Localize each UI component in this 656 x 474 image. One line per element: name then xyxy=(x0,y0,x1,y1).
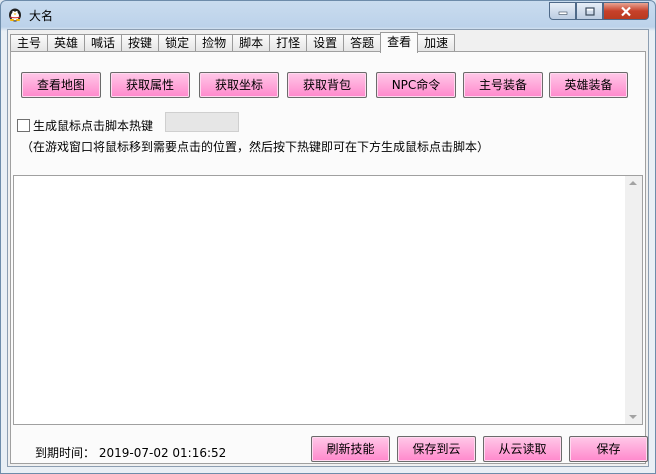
close-button[interactable] xyxy=(603,2,649,20)
hotkey-hint: （在游戏窗口将鼠标移到需要点击的位置，然后按下热键即可在下方生成鼠标点击脚本） xyxy=(21,140,490,154)
npc-command-button[interactable]: NPC命令 xyxy=(376,72,456,98)
tab-fight[interactable]: 打怪 xyxy=(269,34,308,52)
save-button[interactable]: 保存 xyxy=(569,436,648,462)
view-map-button[interactable]: 查看地图 xyxy=(21,72,101,98)
client-area: 主号 英雄 喊话 按键 锁定 捡物 脚本 打怪 设置 答题 查看 加速 查看地图… xyxy=(7,29,649,467)
main-equip-button[interactable]: 主号装备 xyxy=(463,72,543,98)
title-bar[interactable]: 大名 xyxy=(1,1,655,29)
hotkey-option[interactable]: 生成鼠标点击脚本热键 xyxy=(17,116,153,134)
tab-view[interactable]: 查看 xyxy=(380,32,419,53)
close-icon xyxy=(621,6,631,16)
tab-main-account[interactable]: 主号 xyxy=(10,34,49,52)
maximize-icon xyxy=(584,6,595,16)
hero-equip-button[interactable]: 英雄装备 xyxy=(549,72,628,98)
tab-shout[interactable]: 喊话 xyxy=(84,34,123,52)
tab-hero[interactable]: 英雄 xyxy=(47,34,86,52)
tab-script[interactable]: 脚本 xyxy=(232,34,271,52)
window-controls xyxy=(549,2,649,21)
window-title: 大名 xyxy=(29,9,54,23)
expire-info: 到期时间： 2019-07-02 01:16:52 xyxy=(35,444,226,461)
get-attributes-button[interactable]: 获取属性 xyxy=(110,72,190,98)
save-to-cloud-button[interactable]: 保存到云 xyxy=(397,436,476,462)
hotkey-checkbox-label: 生成鼠标点击脚本热键 xyxy=(33,118,154,133)
view-panel: 查看地图 获取属性 获取坐标 获取背包 NPC命令 主号装备 英雄装备 生成鼠标… xyxy=(10,51,648,464)
tab-speed[interactable]: 加速 xyxy=(417,34,456,52)
expire-label: 到期时间： xyxy=(35,446,96,460)
tab-quiz[interactable]: 答题 xyxy=(343,34,382,52)
expire-value: 2019-07-02 01:16:52 xyxy=(98,446,227,460)
tab-keys[interactable]: 按键 xyxy=(121,34,160,52)
refresh-skills-button[interactable]: 刷新技能 xyxy=(311,436,390,462)
get-backpack-button[interactable]: 获取背包 xyxy=(287,72,367,98)
hotkey-input[interactable] xyxy=(165,112,239,132)
minimize-icon xyxy=(558,11,567,15)
minimize-button[interactable] xyxy=(549,2,576,20)
maximize-button[interactable] xyxy=(576,2,603,20)
script-output-scrollbar[interactable] xyxy=(625,176,642,424)
app-window: 大名 主号 英雄 喊话 按键 锁定 捡物 脚本 打怪 设置 答题 查看 加速 查… xyxy=(0,0,656,474)
scroll-up-icon[interactable] xyxy=(629,181,637,185)
tab-strip: 主号 英雄 喊话 按键 锁定 捡物 脚本 打怪 设置 答题 查看 加速 xyxy=(10,32,456,53)
get-coordinates-button[interactable]: 获取坐标 xyxy=(199,72,279,98)
tab-settings[interactable]: 设置 xyxy=(306,34,345,52)
scroll-down-icon[interactable] xyxy=(629,415,637,419)
hotkey-checkbox[interactable] xyxy=(17,118,30,132)
tab-lock[interactable]: 锁定 xyxy=(158,34,197,52)
load-from-cloud-button[interactable]: 从云读取 xyxy=(483,436,562,462)
tab-pickup[interactable]: 捡物 xyxy=(195,34,234,52)
script-output-textarea[interactable] xyxy=(13,175,643,425)
penguin-icon xyxy=(7,6,23,22)
